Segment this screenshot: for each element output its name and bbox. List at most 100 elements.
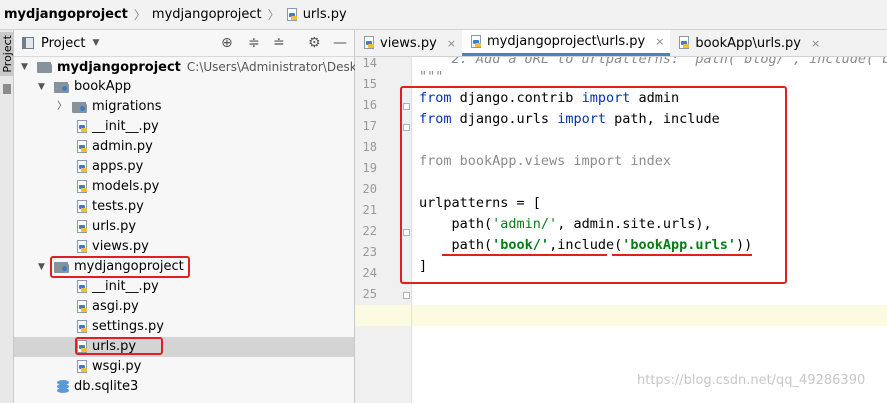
python-file-icon	[678, 36, 690, 50]
collapse-all-icon[interactable]: ≐	[273, 35, 285, 51]
project-panel-title[interactable]: Project	[41, 36, 85, 51]
line-number: 19	[362, 161, 377, 175]
project-view-icon	[22, 37, 34, 49]
tree-item-label: migrations	[92, 99, 162, 114]
tab-label: mydjangoproject\urls.py	[487, 34, 646, 49]
tree-item-label: __init__.py	[92, 119, 159, 134]
tree-item-label: bookApp	[74, 79, 132, 94]
editor-tab-bar: views.py × mydjangoproject\urls.py × boo…	[355, 30, 887, 57]
project-tool-tab-label: Project	[0, 35, 14, 73]
line-number: 25	[362, 287, 377, 301]
line-number: 18	[362, 140, 377, 154]
tree-item-migrations[interactable]: 〉 migrations	[14, 97, 354, 117]
tree-item-file[interactable]: db.sqlite3	[14, 377, 354, 397]
chevron-down-icon[interactable]: ▼	[92, 38, 99, 48]
tree-item-label: urls.py	[92, 219, 137, 234]
tree-item-label: models.py	[92, 179, 160, 194]
watermark: https://blog.csdn.net/qq_49286390	[637, 373, 866, 388]
tree-item-bookapp[interactable]: ▼ bookApp	[14, 77, 354, 97]
chevron-right-icon[interactable]: 〉	[57, 97, 67, 117]
project-panel: Project ▼ ⊕ ≑ ≐ ⚙ — ▼ mydjangoproject C:\…	[14, 30, 376, 403]
python-file-icon	[76, 160, 88, 174]
breadcrumb-root[interactable]: mydjangoproject	[4, 7, 128, 22]
highlight-box-code	[400, 86, 787, 284]
python-file-icon	[76, 280, 88, 294]
database-icon	[57, 380, 69, 394]
tree-item-file[interactable]: __init__.py	[14, 277, 354, 297]
tree-item-label: settings.py	[92, 319, 164, 334]
fold-marker-icon[interactable]	[403, 292, 410, 299]
minimize-icon[interactable]: —	[333, 35, 347, 51]
editor: views.py × mydjangoproject\urls.py × boo…	[355, 30, 887, 403]
tree-item-label: asgi.py	[92, 299, 139, 314]
package-folder-icon	[72, 102, 87, 113]
tree-item-file[interactable]: asgi.py	[14, 297, 354, 317]
tree-item-label: views.py	[92, 239, 149, 254]
gear-icon[interactable]: ⚙	[308, 35, 321, 51]
tab-bookapp-urls-py[interactable]: bookApp\urls.py ×	[670, 30, 826, 56]
line-number: 24	[362, 266, 377, 280]
tree-item-file-selected[interactable]: urls.py	[14, 337, 354, 357]
tree-item-label: __init__.py	[92, 279, 159, 294]
tree-item-file[interactable]: apps.py	[14, 157, 354, 177]
python-file-icon	[286, 7, 298, 22]
python-file-icon	[76, 200, 88, 214]
breadcrumb-folder[interactable]: mydjangoproject	[152, 7, 262, 22]
line-number: 23	[362, 245, 377, 259]
folder-icon	[37, 62, 52, 73]
tree-item-file[interactable]: __init__.py	[14, 117, 354, 137]
python-file-icon	[363, 36, 375, 50]
close-icon[interactable]: ×	[447, 37, 456, 50]
highlight-box-folder	[50, 256, 190, 278]
line-number: 14	[362, 56, 377, 70]
tab-views-py[interactable]: views.py ×	[355, 30, 462, 56]
python-file-icon	[76, 220, 88, 234]
chevron-down-icon[interactable]: ▼	[38, 77, 45, 97]
tree-item-label: db.sqlite3	[74, 379, 139, 394]
code-line-14: 2. Add a URL to urlpatterns: path('blog/…	[451, 57, 887, 67]
current-line-gutter	[355, 305, 411, 326]
tree-item-file[interactable]: views.py	[14, 237, 354, 257]
tree-item-file[interactable]: models.py	[14, 177, 354, 197]
code-line-15: """	[419, 69, 444, 85]
highlight-box-file	[75, 337, 163, 355]
tree-item-file[interactable]: settings.py	[14, 317, 354, 337]
line-number: 16	[362, 98, 377, 112]
tree-item-label: wsgi.py	[92, 359, 142, 374]
tab-label: bookApp\urls.py	[695, 35, 801, 51]
tree-item-file[interactable]: tests.py	[14, 197, 354, 217]
tab-label: views.py	[380, 35, 437, 51]
package-folder-icon	[54, 82, 69, 93]
python-file-icon	[76, 240, 88, 254]
python-file-icon	[470, 34, 482, 49]
tree-item-label: apps.py	[92, 159, 144, 174]
python-file-icon	[76, 120, 88, 134]
breadcrumb-file[interactable]: urls.py	[303, 7, 347, 22]
tree-item-file[interactable]: urls.py	[14, 217, 354, 237]
tree-item-label: mydjangoproject C:\Users\Administrator\De…	[57, 60, 377, 75]
python-file-icon	[76, 320, 88, 334]
chevron-down-icon[interactable]: ▼	[38, 257, 45, 277]
tree-item-file[interactable]: admin.py	[14, 137, 354, 157]
tree-item-label: tests.py	[92, 199, 144, 214]
close-icon[interactable]: ×	[811, 37, 820, 50]
locate-icon[interactable]: ⊕	[221, 35, 233, 51]
chevron-right-icon: 〉	[133, 8, 146, 22]
line-number: 20	[362, 182, 377, 196]
tree-item-project-root[interactable]: ▼ mydjangoproject C:\Users\Administrator\…	[14, 57, 376, 77]
project-tool-tab[interactable]: Project	[0, 32, 14, 76]
tab-mydjangoproject-urls-py[interactable]: mydjangoproject\urls.py ×	[462, 30, 671, 56]
line-number: 17	[362, 119, 377, 133]
close-icon[interactable]: ×	[655, 35, 664, 48]
python-file-icon	[76, 140, 88, 154]
tree-item-file[interactable]: wsgi.py	[14, 357, 354, 377]
current-line-highlight	[412, 305, 887, 326]
line-number: 22	[362, 224, 377, 238]
python-file-icon	[76, 180, 88, 194]
structure-tool-icon[interactable]	[3, 84, 11, 94]
chevron-down-icon[interactable]: ▼	[21, 57, 28, 77]
python-file-icon	[76, 300, 88, 314]
line-number: 15	[362, 77, 377, 91]
expand-all-icon[interactable]: ≑	[248, 35, 260, 51]
project-panel-header: Project ▼ ⊕ ≑ ≐ ⚙ —	[14, 30, 354, 57]
